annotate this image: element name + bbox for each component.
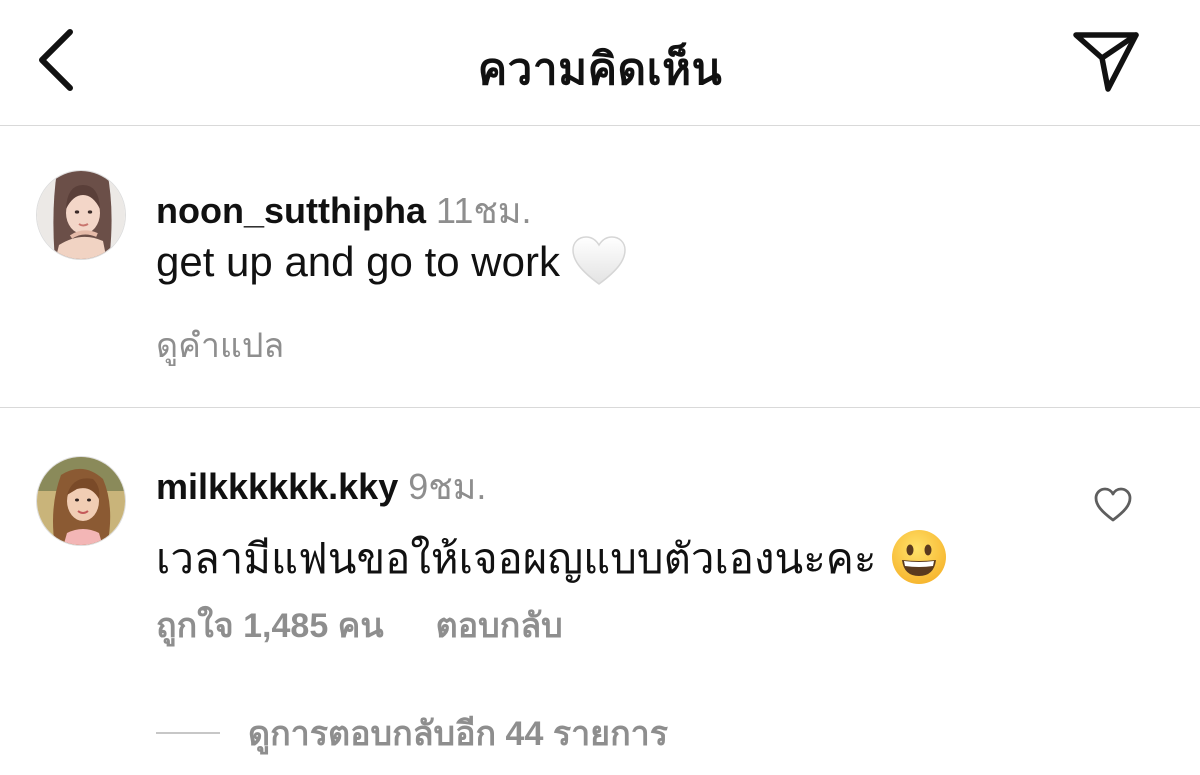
comment-body: เวลามีแฟนขอให้เจอผญแบบตัวเองนะคะ bbox=[156, 526, 948, 592]
comment-meta: noon_sutthipha 11ชม. bbox=[156, 182, 532, 239]
view-replies-label: ดูการตอบกลับอีก 44 รายการ bbox=[248, 715, 669, 753]
view-replies-button[interactable]: ดูการตอบกลับอีก 44 รายการ bbox=[156, 706, 668, 753]
reply-button[interactable]: ตอบกลับ bbox=[436, 607, 563, 645]
heart-outline-icon bbox=[1094, 487, 1132, 522]
avatar[interactable] bbox=[36, 456, 126, 546]
comment-text: เวลามีแฟนขอให้เจอผญแบบตัวเองนะคะ bbox=[156, 535, 877, 582]
username[interactable]: noon_sutthipha bbox=[156, 190, 426, 231]
page-title: ความคิดเห็น bbox=[477, 45, 723, 94]
share-button[interactable] bbox=[1066, 22, 1146, 98]
comment-text: get up and go to work bbox=[156, 238, 560, 285]
comment-meta: milkkkkkk.kky 9ชม. bbox=[156, 458, 486, 515]
likes-count[interactable]: ถูกใจ 1,485 คน bbox=[156, 607, 384, 645]
timestamp: 9ชม. bbox=[408, 466, 487, 507]
comment-body: get up and go to work bbox=[156, 236, 628, 288]
divider-line bbox=[156, 732, 220, 734]
top-bar: ความคิดเห็น bbox=[0, 0, 1200, 126]
paper-plane-icon bbox=[1073, 32, 1139, 92]
username[interactable]: milkkkkkk.kky bbox=[156, 466, 398, 507]
grinning-face-emoji bbox=[890, 528, 948, 586]
caption-comment: noon_sutthipha 11ชม. get up and go to wor… bbox=[0, 126, 1200, 408]
timestamp: 11ชม. bbox=[435, 190, 532, 231]
comment-item: milkkkkkk.kky 9ชม. เวลามีแฟนขอให้เจอผญแบบ… bbox=[0, 408, 1200, 775]
white-heart-emoji bbox=[570, 234, 628, 288]
comment-actions: ถูกใจ 1,485 คน ตอบกลับ bbox=[156, 598, 563, 652]
see-translation-link[interactable]: ดูคำแปล bbox=[156, 318, 284, 372]
avatar[interactable] bbox=[36, 170, 126, 260]
like-button[interactable] bbox=[1093, 486, 1133, 524]
